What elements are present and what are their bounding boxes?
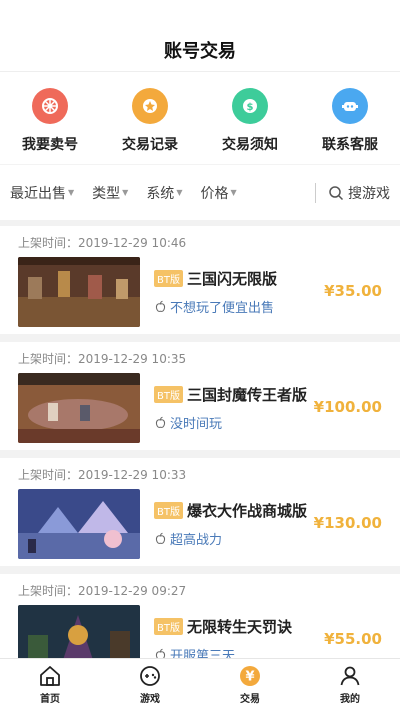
quick-action-label: 交易记录 bbox=[122, 137, 178, 153]
listing-card[interactable]: 上架时间：2019-12-29 10:33 BT版 爆衣大作战商城版 超高战力 … bbox=[0, 458, 400, 566]
tab-home[interactable]: 首页 bbox=[10, 664, 90, 705]
filter-label: 系统 bbox=[146, 185, 175, 202]
listing-time: 上架时间：2019-12-29 10:35 bbox=[18, 352, 187, 366]
game-name: 爆衣大作战商城版 bbox=[186, 502, 307, 520]
filter-system[interactable]: 系统 ▼ bbox=[146, 183, 182, 203]
page-title: 账号交易 bbox=[164, 41, 236, 62]
filter-price[interactable]: 价格 ▼ bbox=[200, 183, 236, 203]
listing-list: 上架时间：2019-12-29 10:46 BT版 三国闪无限版 不想玩了便宜出… bbox=[0, 226, 400, 682]
game-thumbnail bbox=[18, 257, 140, 327]
quick-action-label: 我要卖号 bbox=[22, 137, 78, 153]
filter-label: 价格 bbox=[200, 185, 229, 202]
bt-badge: BT版 bbox=[154, 270, 183, 287]
listing-price: ¥55.00 bbox=[324, 630, 382, 648]
apple-icon bbox=[155, 532, 166, 544]
game-name: 三国封魔传王者版 bbox=[186, 386, 307, 404]
record-icon bbox=[132, 88, 168, 124]
notice-icon: $ bbox=[232, 88, 268, 124]
quick-action-record[interactable]: 交易记录 bbox=[100, 88, 200, 154]
gamepad-icon bbox=[140, 666, 160, 686]
game-name: 无限转生天罚诀 bbox=[186, 618, 292, 636]
tab-trade[interactable]: ¥ 交易 bbox=[210, 664, 290, 705]
divider bbox=[315, 182, 316, 203]
listing-price: ¥35.00 bbox=[324, 282, 382, 300]
sell-icon bbox=[32, 88, 68, 124]
listing-card[interactable]: 上架时间：2019-12-29 10:46 BT版 三国闪无限版 不想玩了便宜出… bbox=[0, 226, 400, 334]
user-icon bbox=[340, 666, 360, 686]
tab-label: 游戏 bbox=[140, 694, 160, 705]
listing-time: 上架时间：2019-12-29 10:46 bbox=[18, 236, 187, 250]
bt-badge: BT版 bbox=[154, 502, 183, 519]
tab-label: 首页 bbox=[40, 694, 60, 705]
game-thumbnail bbox=[18, 489, 140, 559]
caret-down-icon: ▼ bbox=[230, 188, 237, 197]
listing-desc: 没时间玩 bbox=[170, 417, 223, 432]
listing-desc: 超高战力 bbox=[170, 533, 223, 548]
bottom-tab-bar: 首页 游戏 ¥ 交易 我的 bbox=[0, 658, 400, 710]
home-icon bbox=[40, 666, 60, 686]
svg-text:¥: ¥ bbox=[245, 670, 254, 685]
quick-action-notice[interactable]: $ 交易须知 bbox=[200, 88, 300, 154]
caret-down-icon: ▼ bbox=[68, 188, 75, 197]
listing-desc: 不想玩了便宜出售 bbox=[170, 301, 275, 316]
filter-label: 最近出售 bbox=[10, 185, 66, 202]
search-label: 搜游戏 bbox=[348, 185, 390, 202]
apple-icon bbox=[155, 300, 166, 312]
page-header: 账号交易 bbox=[0, 0, 400, 72]
trade-icon: ¥ bbox=[240, 666, 260, 686]
tab-mine[interactable]: 我的 bbox=[310, 664, 390, 705]
listing-price: ¥130.00 bbox=[313, 514, 382, 532]
bt-badge: BT版 bbox=[154, 618, 183, 635]
filter-recent[interactable]: 最近出售 ▼ bbox=[10, 183, 74, 203]
game-name: 三国闪无限版 bbox=[186, 270, 277, 288]
caret-down-icon: ▼ bbox=[122, 188, 129, 197]
svg-text:$: $ bbox=[247, 102, 254, 113]
listing-price: ¥100.00 bbox=[313, 398, 382, 416]
caret-down-icon: ▼ bbox=[176, 188, 183, 197]
service-icon bbox=[332, 88, 368, 124]
quick-action-label: 联系客服 bbox=[322, 137, 378, 153]
filter-label: 类型 bbox=[92, 185, 121, 202]
quick-action-service[interactable]: 联系客服 bbox=[300, 88, 400, 154]
quick-action-label: 交易须知 bbox=[222, 137, 278, 153]
search-game-button[interactable]: 搜游戏 bbox=[328, 183, 390, 203]
listing-time: 上架时间：2019-12-29 09:27 bbox=[18, 584, 187, 598]
tab-games[interactable]: 游戏 bbox=[110, 664, 190, 705]
filter-type[interactable]: 类型 ▼ bbox=[92, 183, 128, 203]
filter-bar: 最近出售 ▼ 类型 ▼ 系统 ▼ 价格 ▼ 搜游戏 bbox=[0, 164, 400, 220]
listing-time: 上架时间：2019-12-29 10:33 bbox=[18, 468, 187, 482]
quick-action-sell[interactable]: 我要卖号 bbox=[0, 88, 100, 154]
game-thumbnail bbox=[18, 373, 140, 443]
listing-card[interactable]: 上架时间：2019-12-29 10:35 BT版 三国封魔传王者版 没时间玩 … bbox=[0, 342, 400, 450]
bt-badge: BT版 bbox=[154, 386, 183, 403]
quick-actions: 我要卖号 交易记录 $ 交易须知 联系客服 bbox=[0, 72, 400, 164]
tab-label: 交易 bbox=[240, 694, 260, 705]
apple-icon bbox=[155, 416, 166, 428]
tab-label: 我的 bbox=[340, 694, 360, 705]
search-icon bbox=[329, 185, 344, 200]
